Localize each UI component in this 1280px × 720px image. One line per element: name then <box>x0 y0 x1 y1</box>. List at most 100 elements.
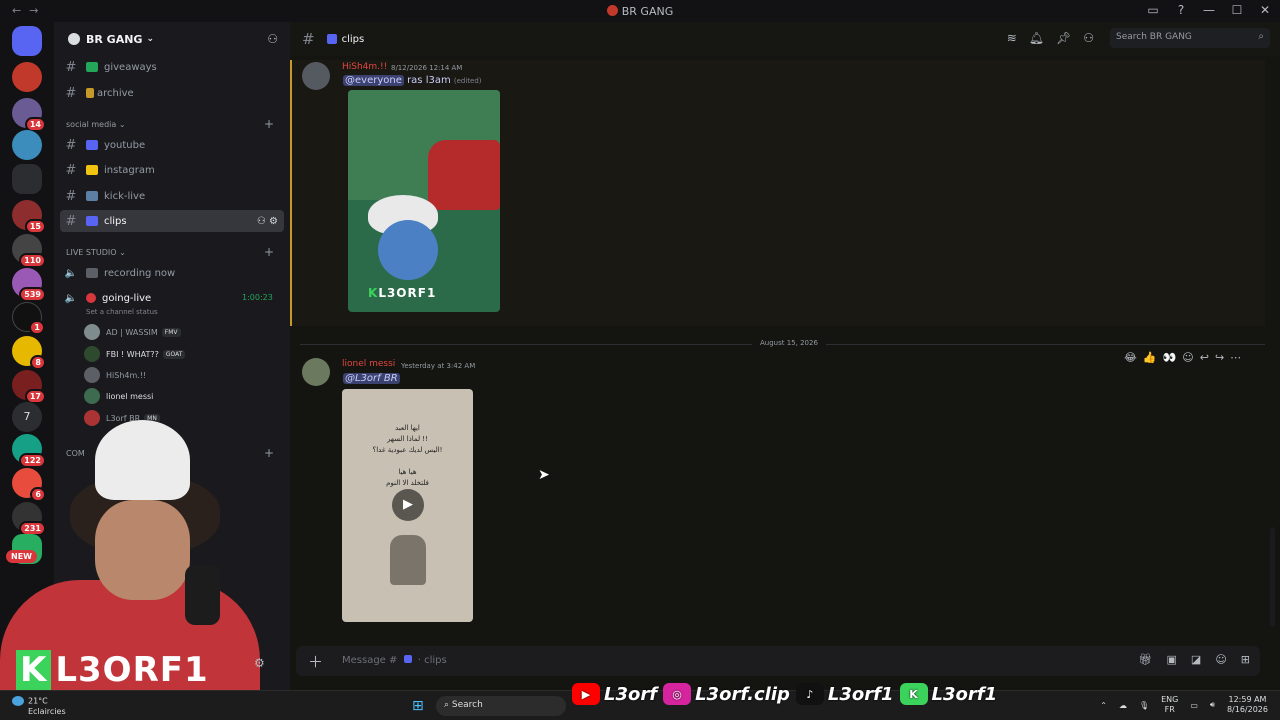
minimize-button[interactable]: — <box>1202 3 1216 17</box>
stream-logo: K L3ORF1 <box>16 650 209 690</box>
system-tray: ⌃ ☁ 🎙︎ ENG FR ▭ 🔊︎ 12:59 AM 8/16/2026 <box>1100 695 1268 715</box>
channel-emoji-icon <box>86 216 98 226</box>
channel-label: youtube <box>104 139 146 151</box>
title-bar: ←→ BR GANG ▭ ? — ☐ ✕ <box>0 0 1280 22</box>
language-indicator[interactable]: ENG FR <box>1161 695 1178 715</box>
volume-icon[interactable]: 🔊︎ <box>1210 700 1215 710</box>
bell-icon[interactable]: 🔔︎ <box>1029 31 1044 45</box>
cloud-icon[interactable]: ☁ <box>1119 701 1127 710</box>
reply-icon[interactable]: ↩ <box>1200 351 1209 364</box>
message-author[interactable]: lionel messi <box>342 359 395 369</box>
weather-widget[interactable]: 21°C Eclaircies <box>12 696 66 717</box>
message-author[interactable]: HiSh4m.!! <box>342 62 387 72</box>
server-icon[interactable]: 17 <box>12 370 46 404</box>
gif-icon[interactable]: ▣ <box>1167 653 1177 666</box>
server-icon[interactable]: 539 <box>12 268 46 302</box>
invite-icon[interactable]: ⚇ <box>257 216 266 227</box>
laugh-reaction-icon[interactable]: 😂 <box>1124 351 1137 364</box>
message-content: @everyone ras l3am (edited) <box>343 75 482 86</box>
category-social-media[interactable]: social media ⌄ + <box>66 117 274 131</box>
voice-user[interactable]: lionel messi <box>84 387 153 405</box>
forward-icon[interactable]: ↪ <box>1215 351 1224 364</box>
instagram-social: ◎ L3orf.clip <box>663 683 790 705</box>
server-icon[interactable] <box>12 62 42 92</box>
mic-icon[interactable]: 🎙︎ <box>1139 701 1149 710</box>
scrollbar[interactable] <box>1270 527 1275 627</box>
add-member-icon[interactable]: ⚇ <box>267 32 278 46</box>
search-input[interactable]: Search BR GANG ⌕ <box>1110 28 1270 48</box>
channel-instagram[interactable]: # instagram <box>60 159 284 181</box>
add-channel-icon[interactable]: + <box>264 117 274 131</box>
taskbar-search[interactable]: ⌕ Search <box>436 696 566 716</box>
network-icon[interactable]: ▭ <box>1190 701 1198 710</box>
chevron-down-icon: ⌄ <box>146 34 155 44</box>
channel-giveaways[interactable]: # giveaways <box>60 56 284 78</box>
members-icon[interactable]: ⚇ <box>1083 31 1094 45</box>
set-status-link[interactable]: Set a channel status <box>86 308 158 316</box>
attach-plus-icon[interactable]: ＋ <box>308 651 323 672</box>
channel-youtube[interactable]: # youtube <box>60 134 284 156</box>
message-video[interactable]: ايها العبد لماذا السهر !! اليس لديك عبود… <box>342 389 473 622</box>
emoji-icon[interactable]: ☺ <box>1215 653 1226 666</box>
hash-icon: # <box>65 85 77 101</box>
avatar <box>84 388 100 404</box>
threads-icon[interactable]: ≋ <box>1007 31 1017 45</box>
add-reaction-icon[interactable]: ☺ <box>1182 351 1193 364</box>
sticker-icon[interactable]: ◪ <box>1191 653 1201 666</box>
windows-start-icon[interactable]: ⊞ <box>412 698 424 714</box>
apps-icon[interactable]: ⊞ <box>1241 653 1250 666</box>
speaker-icon: 🔈 <box>64 292 78 304</box>
avatar <box>84 367 100 383</box>
play-icon[interactable]: ▶ <box>392 489 424 521</box>
voice-timer: 1:00:23 <box>242 293 273 302</box>
server-icon[interactable]: 15 <box>12 200 46 234</box>
channel-label: clips <box>104 215 127 227</box>
inbox-icon[interactable]: ▭ <box>1146 3 1160 17</box>
youtube-social: ▶ L3orf <box>572 683 657 705</box>
message-input[interactable]: Message # · clips <box>342 655 447 666</box>
avatar[interactable] <box>302 358 330 386</box>
guild-icon <box>68 33 80 45</box>
voice-user[interactable]: AD | WASSIM FMV <box>84 323 181 341</box>
pin-icon[interactable]: 📌︎ <box>1056 31 1071 45</box>
speaker-icon: 🔈 <box>64 267 78 279</box>
server-icon[interactable]: 14 <box>12 98 46 132</box>
channel-emoji-icon <box>86 268 98 278</box>
image-brand-text: KL3ORF1 <box>368 286 437 300</box>
clock[interactable]: 12:59 AM 8/16/2026 <box>1227 695 1268 715</box>
add-channel-icon[interactable]: + <box>264 245 274 259</box>
message-hover-toolbar: 😂 👍 👀 ☺ ↩ ↪ ⋯ <box>1118 346 1264 368</box>
eyes-reaction-icon[interactable]: 👀 <box>1163 351 1177 364</box>
gift-icon[interactable]: 🎁︎ <box>1139 653 1153 666</box>
mention[interactable]: @everyone <box>343 75 404 86</box>
gear-icon[interactable]: ⚙ <box>254 656 265 670</box>
composer-tools: 🎁︎ ▣ ◪ ☺ ⊞ <box>1139 653 1250 666</box>
voice-user[interactable]: HiSh4m.!! <box>84 366 146 384</box>
discord-home-icon[interactable] <box>12 26 42 56</box>
server-icon[interactable]: 1 <box>12 302 45 335</box>
server-icon[interactable]: 110 <box>12 234 46 268</box>
server-icon[interactable]: 8 <box>12 336 46 370</box>
server-icon[interactable] <box>12 130 42 160</box>
message-composer[interactable]: ＋ Message # · clips 🎁︎ ▣ ◪ ☺ ⊞ <box>296 646 1260 676</box>
message-image[interactable]: KL3ORF1 <box>348 90 500 312</box>
voice-user[interactable]: FBI ! WHAT?? GOAT <box>84 345 186 363</box>
maximize-button[interactable]: ☐ <box>1230 3 1244 17</box>
kick-icon: K <box>899 683 928 705</box>
search-icon: ⌕ <box>1258 31 1264 42</box>
more-icon[interactable]: ⋯ <box>1230 351 1241 364</box>
thumbs-up-reaction-icon[interactable]: 👍 <box>1143 351 1157 364</box>
gear-icon[interactable]: ⚙ <box>269 216 278 227</box>
channel-archive[interactable]: # archive <box>60 82 284 104</box>
help-icon[interactable]: ? <box>1174 3 1188 17</box>
guild-header[interactable]: BR GANG ⌄ ⚇ <box>54 22 290 56</box>
server-folder-icon[interactable] <box>12 164 42 194</box>
mention[interactable]: @L3orf BR <box>343 373 400 384</box>
avatar[interactable] <box>302 62 330 90</box>
voice-channel-recording[interactable]: 🔈 recording now <box>60 262 284 284</box>
close-button[interactable]: ✕ <box>1258 3 1272 17</box>
chevron-up-icon[interactable]: ⌃ <box>1100 701 1107 710</box>
channel-kick-live[interactable]: # kick-live <box>60 185 284 207</box>
category-live-studio[interactable]: LIVE STUDIO ⌄ + <box>66 245 274 259</box>
channel-clips[interactable]: # clips ⚇ ⚙ <box>60 210 284 232</box>
